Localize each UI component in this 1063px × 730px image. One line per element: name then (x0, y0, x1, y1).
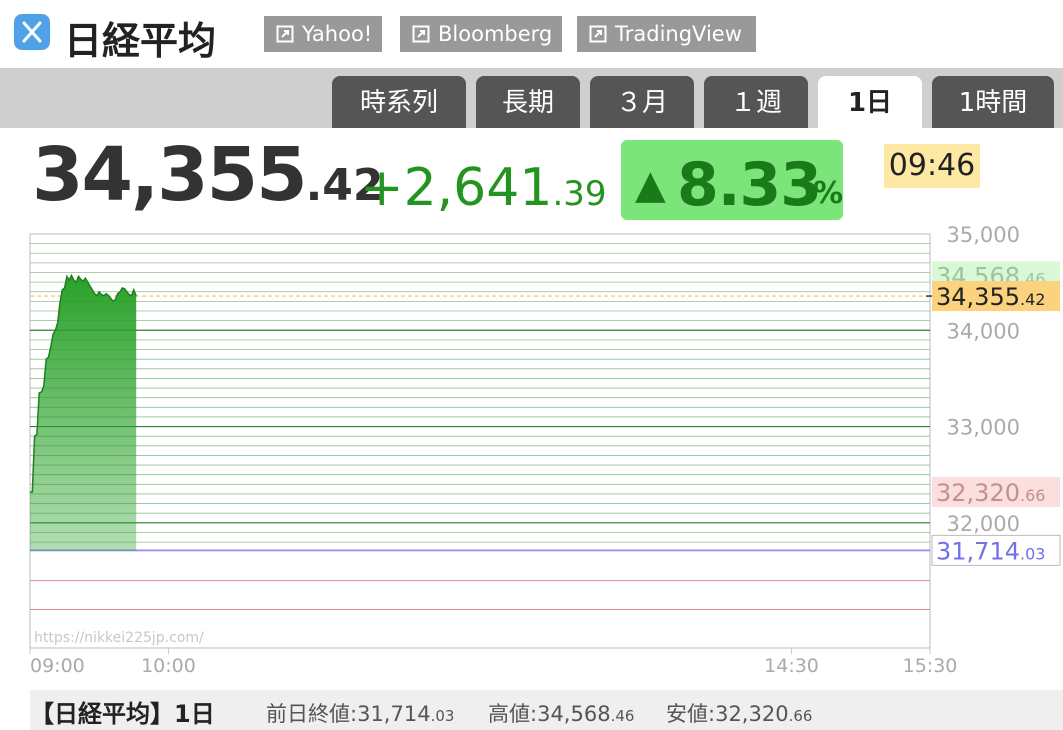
summary-title: 【日経平均】1日 (30, 700, 215, 728)
x-tick-label: 09:00 (30, 655, 85, 677)
x-tick-label: 14:30 (764, 655, 819, 677)
high-label: 高値: (488, 702, 538, 726)
summary-bar: 【日経平均】1日 前日終値:31,714.03 高値:34,568.46 安値:… (30, 690, 1063, 730)
low-dec: .66 (788, 707, 813, 725)
external-link-icon (589, 25, 607, 43)
external-link-icon (412, 25, 430, 43)
high-int: 34,568 (537, 702, 611, 726)
tradingview-link[interactable]: TradingView (577, 16, 756, 52)
y-tick-label: 33,000 (947, 416, 1020, 440)
percent-change-badge: ▲ 8.33 % (621, 140, 843, 220)
tab-timeseries[interactable]: 時系列 (332, 76, 466, 128)
price-integer: 34,355 (32, 132, 308, 218)
update-time: 09:46 (884, 144, 980, 188)
low-int: 32,320 (715, 702, 789, 726)
change-decimal: .39 (552, 174, 607, 214)
high-summary: 高値:34,568.46 (488, 698, 634, 728)
intraday-chart: https://nikkei225jp.com/35,000 34,000 33,0… (29, 223, 1061, 677)
watermark: https://nikkei225jp.com/ (34, 630, 204, 646)
y-tick-label: 32,000 (947, 512, 1020, 536)
tab-long-term[interactable]: 長期 (476, 76, 580, 128)
current-price: 34,355.42 (32, 138, 384, 212)
up-arrow-icon: ▲ (635, 162, 666, 208)
yahoo-link-label: Yahoo! (302, 22, 373, 46)
prev-close-int: 31,714 (357, 702, 431, 726)
external-link-icon (276, 25, 294, 43)
x-tick-label: 10:00 (141, 655, 196, 677)
percent-unit: % (813, 176, 844, 211)
prev-close-dec: .03 (430, 707, 455, 725)
prev-close-label: 前日終値: (266, 702, 358, 726)
timeframe-tabs: 時系列 長期 ３月 １週 1日 1時間 (0, 68, 1063, 128)
bloomberg-link-label: Bloomberg (438, 22, 553, 46)
tab-1-week[interactable]: １週 (704, 76, 808, 128)
page-title: 日経平均 (64, 19, 217, 63)
prev-close-summary: 前日終値:31,714.03 (266, 698, 454, 728)
tab-1-hour[interactable]: 1時間 (932, 76, 1054, 128)
low-summary: 安値:32,320.66 (666, 698, 812, 728)
x-share-icon[interactable] (14, 14, 50, 50)
x-tick-label: 15:30 (903, 655, 958, 677)
y-tick-label: 34,000 (947, 319, 1020, 343)
change-integer: +2,641 (360, 158, 553, 218)
tab-3-months[interactable]: ３月 (590, 76, 694, 128)
y-tick-label: 35,000 (947, 223, 1020, 247)
tab-1-day[interactable]: 1日 (818, 76, 922, 128)
yahoo-link[interactable]: Yahoo! (264, 16, 382, 52)
low-label: 安値: (666, 702, 716, 726)
tradingview-link-label: TradingView (615, 22, 742, 46)
price-change: +2,641.39 (360, 162, 607, 214)
high-dec: .46 (610, 707, 635, 725)
percent-value: 8.33 (677, 150, 822, 220)
header: 日経平均 Yahoo! Bloomberg TradingView (0, 0, 1063, 68)
bloomberg-link[interactable]: Bloomberg (400, 16, 562, 52)
